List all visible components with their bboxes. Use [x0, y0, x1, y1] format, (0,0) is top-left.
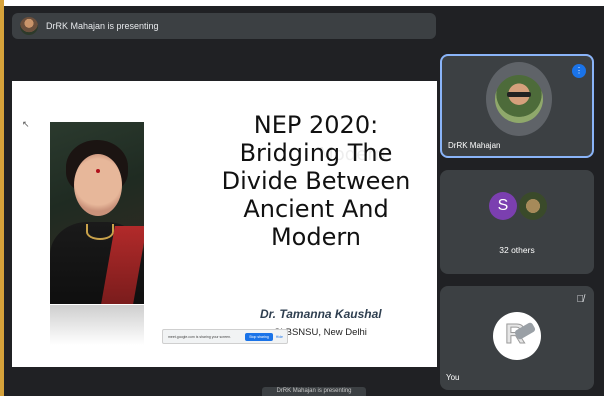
participant-tile-presenter[interactable]: ⋮ DrRK Mahajan — [440, 54, 594, 158]
participant-avatar — [495, 75, 543, 123]
window-left-accent — [0, 0, 4, 396]
slide-title-line: Divide Between — [221, 167, 411, 195]
stop-sharing-button[interactable]: Stop sharing — [245, 332, 273, 341]
slide-title-line: NEP 2020: — [253, 111, 379, 139]
cursor-icon: ↖ — [22, 119, 30, 129]
bottom-presenting-caption: DrRK Mahajan is presenting — [262, 387, 366, 396]
slide-title-line: Bridging The — [239, 139, 393, 167]
hide-button[interactable]: Hide — [276, 335, 283, 339]
window-top-frame — [0, 0, 604, 6]
slide-title-line: Ancient And — [243, 195, 389, 223]
slide-title: NEP 2020: Bridging The Divide Between An… — [198, 111, 434, 251]
your-avatar: R — [493, 312, 541, 360]
participant-tile-you[interactable]: 🎙̸ R You — [440, 286, 594, 390]
speaking-indicator-icon: ⋮ — [572, 64, 586, 78]
speaker-photo — [50, 122, 144, 304]
slide-author: Dr. Tamanna Kaushal — [260, 307, 382, 321]
others-count-label: 32 others — [499, 245, 535, 255]
participant-avatar — [519, 192, 547, 220]
screen-share-bar: meet.google.com is sharing your screen. … — [162, 329, 288, 344]
presenter-avatar — [20, 17, 38, 35]
participant-name-you: You — [446, 373, 460, 382]
participant-avatar-s: S — [489, 192, 517, 220]
slide-title-line: Modern — [270, 223, 362, 251]
presenter-bar-text: DrRK Mahajan is presenting — [46, 21, 159, 31]
share-message: meet.google.com is sharing your screen. — [168, 334, 232, 339]
photo-reflection — [50, 305, 144, 345]
shared-screen-slide: ↖ Modern NEP 2020: Bridging The Divide B… — [12, 81, 437, 367]
participant-name: DrRK Mahajan — [448, 141, 501, 150]
presenter-bar[interactable]: DrRK Mahajan is presenting — [12, 13, 436, 39]
mic-off-icon: 🎙̸ — [576, 294, 585, 305]
participant-tile-others[interactable]: S 32 others — [440, 170, 594, 274]
